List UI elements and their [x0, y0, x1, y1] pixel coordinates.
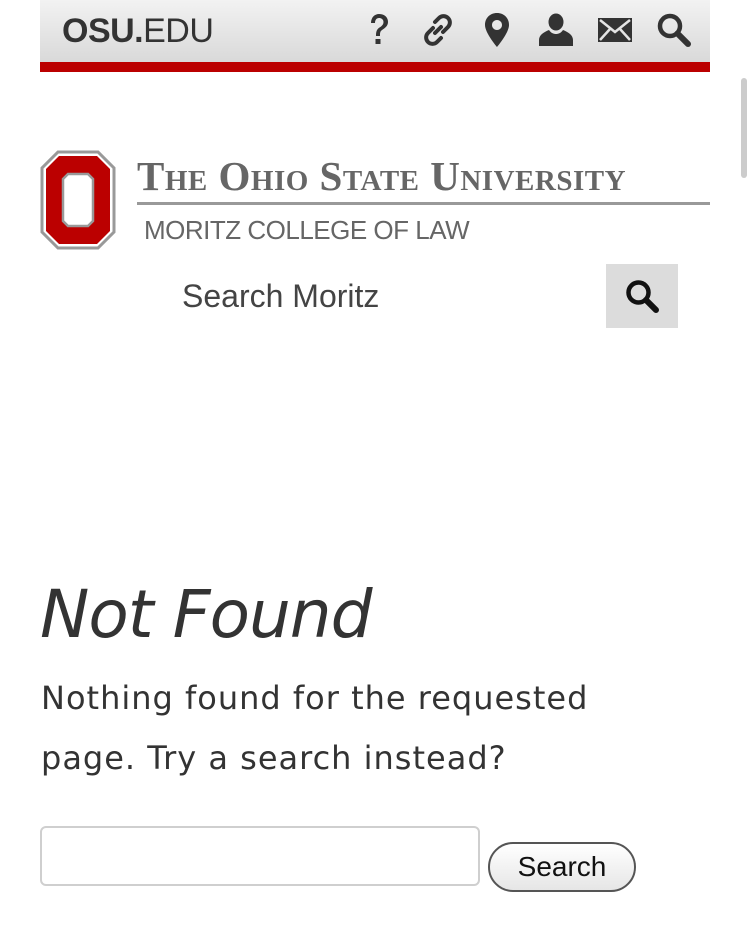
osu-edu-link[interactable]: OSU.EDU [62, 12, 214, 50]
masthead-divider [137, 202, 710, 205]
scrollbar[interactable] [741, 78, 747, 178]
osu-icon-bar [340, 10, 694, 50]
site-search-button[interactable] [606, 264, 678, 328]
map-marker-icon[interactable] [477, 10, 517, 50]
college-name[interactable]: MORITZ COLLEGE OF LAW [144, 214, 470, 246]
search-icon[interactable] [654, 10, 694, 50]
not-found-message: Nothing found for the requested page. Tr… [41, 679, 589, 777]
osu-navbar: OSU.EDU [40, 0, 710, 72]
search-field[interactable] [40, 826, 480, 886]
site-search-form [40, 264, 678, 328]
masthead: The Ohio State University MORITZ COLLEGE… [40, 150, 710, 250]
osu-logo-light: EDU [143, 12, 214, 50]
user-icon[interactable] [536, 10, 576, 50]
mail-icon[interactable] [595, 10, 635, 50]
block-o-logo[interactable] [40, 150, 116, 250]
university-name[interactable]: The Ohio State University [137, 154, 710, 198]
search-icon [626, 280, 659, 313]
site-search-input[interactable] [40, 264, 606, 328]
link-icon[interactable] [418, 10, 458, 50]
page-title: Not Found [40, 576, 373, 653]
osu-logo-bold: OSU. [62, 12, 144, 50]
help-icon[interactable] [359, 10, 399, 50]
search-submit-button[interactable]: Search [488, 842, 636, 892]
